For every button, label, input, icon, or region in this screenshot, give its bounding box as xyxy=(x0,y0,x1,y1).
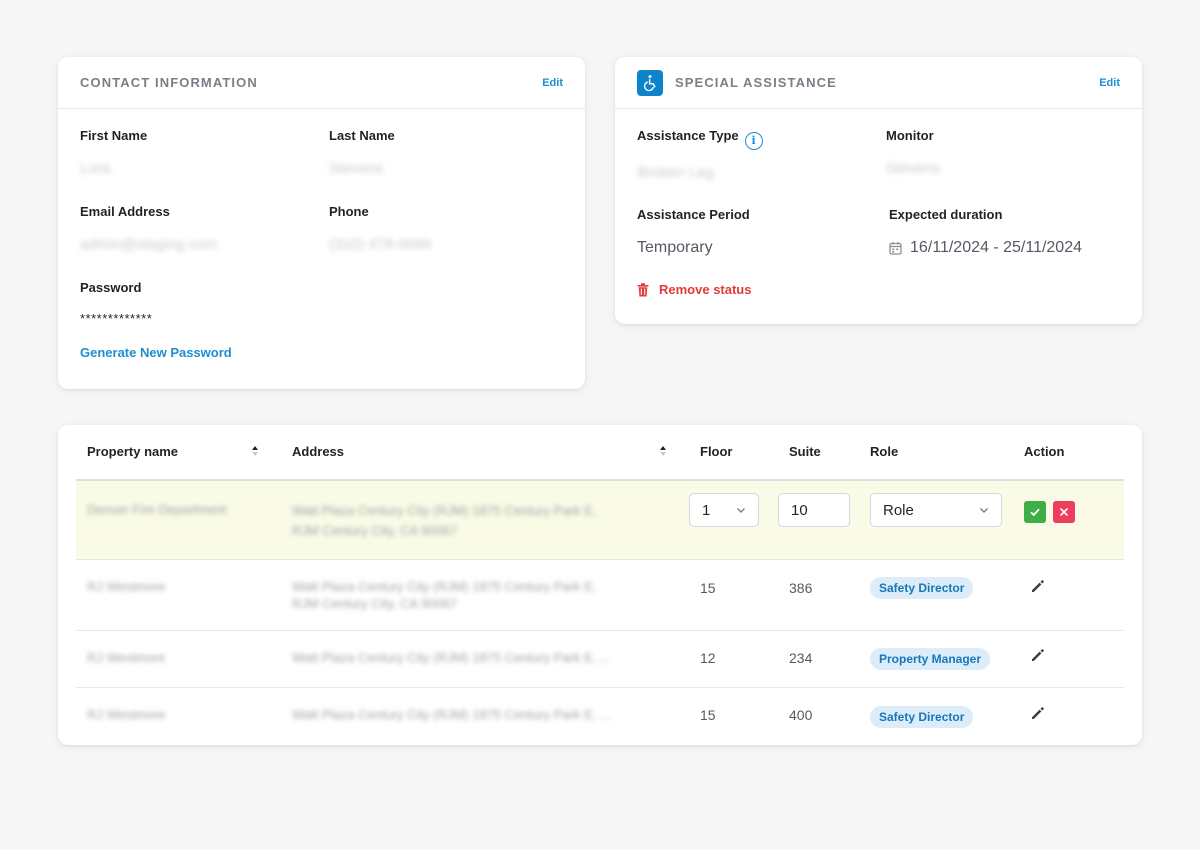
row-address-line1: Watt Plaza Century City (RJM) 1875 Centu… xyxy=(292,650,611,665)
special-assistance-card: SPECIAL ASSISTANCE Edit Assistance Type i… xyxy=(615,57,1142,324)
suite-input[interactable]: 10 xyxy=(778,493,850,527)
generate-new-password-link[interactable]: Generate New Password xyxy=(80,345,232,360)
sort-property-name-icon[interactable] xyxy=(251,445,259,457)
table-row-editing: Denver Fire Department Watt Plaza Centur… xyxy=(76,481,1124,559)
monitor-label: Monitor xyxy=(886,128,934,143)
trash-icon xyxy=(637,282,649,296)
row-suite: 400 xyxy=(789,707,813,723)
assistance-type-value: Broken Leg xyxy=(637,164,714,181)
cancel-button[interactable] xyxy=(1053,501,1075,523)
last-name-label: Last Name xyxy=(329,128,395,143)
email-label: Email Address xyxy=(80,204,170,219)
expected-duration-label: Expected duration xyxy=(889,207,1003,222)
close-icon xyxy=(1059,507,1069,517)
contact-card-header: CONTACT INFORMATION Edit xyxy=(58,57,585,109)
chevron-down-icon xyxy=(980,508,988,513)
email-value: admin@staging.com xyxy=(80,236,217,253)
assistance-card-header: SPECIAL ASSISTANCE Edit xyxy=(615,57,1142,109)
sort-address-icon[interactable] xyxy=(659,445,667,457)
assistance-card-title: SPECIAL ASSISTANCE xyxy=(675,75,837,90)
first-name-label: First Name xyxy=(80,128,148,143)
role-select-placeholder: Role xyxy=(883,501,914,519)
assistance-edit-link[interactable]: Edit xyxy=(1099,77,1120,89)
row-floor: 15 xyxy=(700,580,716,596)
monitor-value: Stevens xyxy=(886,160,941,177)
row-floor: 12 xyxy=(700,650,716,666)
wheelchair-icon xyxy=(637,69,663,96)
password-label: Password xyxy=(80,280,142,295)
editing-row-address-line2: RJM Century City, CA 90067 xyxy=(292,523,458,538)
chevron-down-icon xyxy=(737,508,745,513)
first-name-value: Lora xyxy=(80,160,111,177)
column-header-suite: Suite xyxy=(789,444,821,459)
remove-status-label: Remove status xyxy=(659,282,752,297)
info-icon[interactable]: i xyxy=(744,131,763,150)
row-address-line1: Watt Plaza Century City (RJM) 1875 Centu… xyxy=(292,579,597,594)
confirm-button[interactable] xyxy=(1024,501,1046,523)
role-badge: Safety Director xyxy=(870,577,974,599)
column-header-floor: Floor xyxy=(700,444,733,459)
row-floor: 15 xyxy=(700,707,716,723)
floor-select[interactable]: 1 xyxy=(689,493,759,527)
contact-card-title: CONTACT INFORMATION xyxy=(80,75,258,90)
column-header-role: Role xyxy=(870,444,899,459)
remove-status-button[interactable]: Remove status xyxy=(637,282,751,297)
row-suite: 234 xyxy=(789,650,813,666)
table-row[interactable]: RJ Westmore Watt Plaza Century City (RJM… xyxy=(76,688,1124,744)
calendar-icon xyxy=(889,242,902,255)
contact-information-card: CONTACT INFORMATION Edit First Name Lora… xyxy=(58,57,585,389)
role-badge: Safety Director xyxy=(870,706,974,728)
check-icon xyxy=(1030,508,1040,517)
pencil-icon[interactable] xyxy=(1030,578,1046,594)
row-suite: 386 xyxy=(789,580,813,596)
column-header-action: Action xyxy=(1024,444,1065,459)
password-value: ************* xyxy=(80,311,153,326)
assistance-period-value: Temporary xyxy=(637,239,713,256)
editing-row-address-line1: Watt Plaza Century City (RJM) 1875 Centu… xyxy=(292,503,597,518)
suite-input-value: 10 xyxy=(791,501,808,519)
row-address-line1: Watt Plaza Century City (RJM) 1875 Centu… xyxy=(292,707,611,722)
column-header-address[interactable]: Address xyxy=(292,444,344,459)
last-name-value: Stevens xyxy=(329,160,384,177)
role-select[interactable]: Role xyxy=(870,493,1002,527)
row-address-line2: RJM Century City, CA 90067 xyxy=(292,596,458,611)
table-row[interactable]: RJ Westmore Watt Plaza Century City (RJM… xyxy=(76,631,1124,687)
floor-select-value: 1 xyxy=(702,501,711,519)
row-property: RJ Westmore xyxy=(87,579,166,594)
assistance-period-label: Assistance Period xyxy=(637,207,750,222)
table-row[interactable]: RJ Westmore Watt Plaza Century City (RJM… xyxy=(76,560,1124,630)
pencil-icon[interactable] xyxy=(1030,647,1046,663)
properties-table-card: Property name Address Floor Suite Role A… xyxy=(58,425,1142,745)
contact-edit-link[interactable]: Edit xyxy=(542,77,563,89)
row-property: RJ Westmore xyxy=(87,707,166,722)
column-header-property-name[interactable]: Property name xyxy=(87,444,178,459)
expected-duration: 16/11/2024 - 25/11/2024 xyxy=(889,239,1082,257)
pencil-icon[interactable] xyxy=(1030,705,1046,721)
role-badge: Property Manager xyxy=(870,648,991,670)
assistance-type-label: Assistance Type i xyxy=(637,128,763,150)
editing-row-property: Denver Fire Department xyxy=(87,502,227,517)
row-property: RJ Westmore xyxy=(87,650,166,665)
phone-value: (310) 478-0066 xyxy=(329,236,432,253)
expected-duration-value: 16/11/2024 - 25/11/2024 xyxy=(910,239,1082,256)
phone-label: Phone xyxy=(329,204,369,219)
assistance-type-label-text: Assistance Type xyxy=(637,128,739,143)
